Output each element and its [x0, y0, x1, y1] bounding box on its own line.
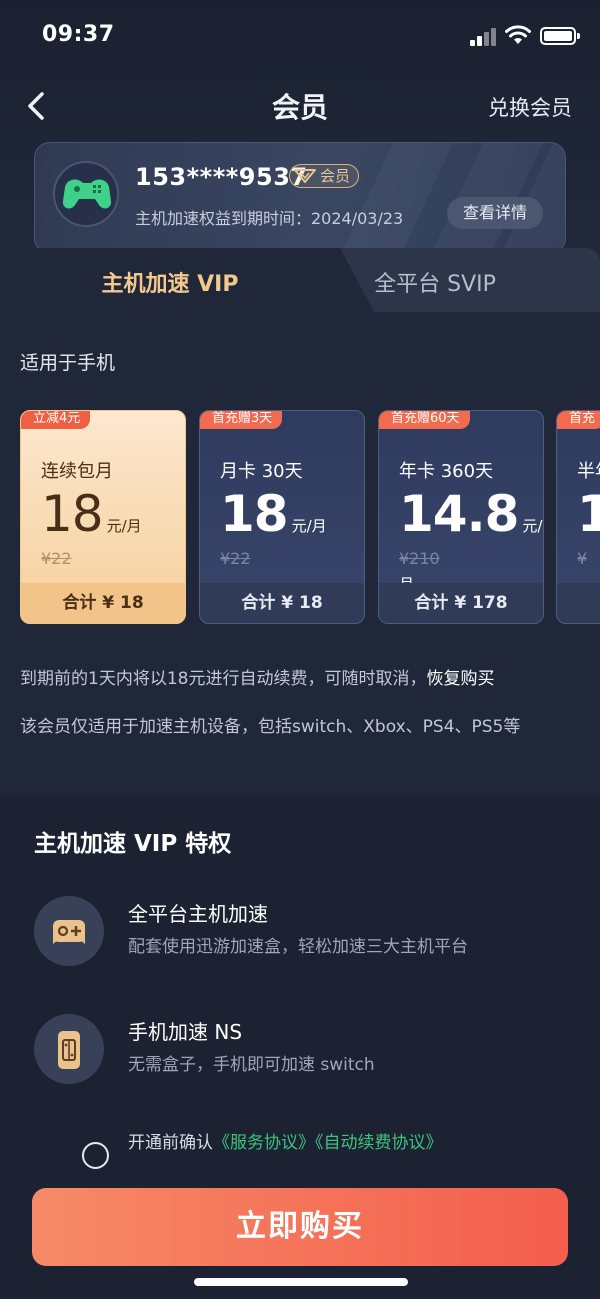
plan-original-price: ¥22 [41, 549, 72, 568]
tab-console-vip-label: 主机加速 VIP [101, 272, 239, 297]
plan-name: 半年 [577, 461, 600, 482]
membership-expiry: 主机加速权益到期时间：2024/03/23 [135, 209, 404, 228]
plan-tag: 首充赠60天 [379, 411, 470, 429]
service-agreement-link[interactable]: 《服务协议》 [213, 1133, 315, 1153]
plan-tabs: 主机加速 VIP 全平台 SVIP [0, 248, 600, 312]
member-card: 153****9537 会员 主机加速权益到期时间：2024/03/23 查看详… [34, 142, 566, 254]
privilege-name: 手机加速 NS [128, 1020, 243, 1044]
gamepad-icon [53, 920, 85, 944]
plan-tag: 立减4元 [21, 411, 91, 429]
scope-note: 该会员仅适用于加速主机设备，包括switch、Xbox、PS4、PS5等 [20, 717, 521, 737]
status-bar: 09:37 [0, 0, 600, 72]
privileges-title: 主机加速 VIP 特权 [34, 831, 232, 857]
phone-switch-icon [58, 1031, 80, 1069]
nav-bar: 会员 兑换会员 [0, 80, 600, 132]
avatar [53, 161, 119, 227]
plan-name: 月卡 30天 [220, 461, 303, 482]
plan-total: 合计 ¥ 18 [200, 583, 364, 623]
plan-price: 18 元/月 [220, 485, 327, 543]
buy-now-button[interactable]: 立即购买 [32, 1188, 568, 1266]
redeem-membership-link[interactable]: 兑换会员 [488, 92, 572, 122]
vip-diamond-icon [294, 169, 316, 183]
plan-original-price: ¥22 [220, 549, 251, 568]
privilege-item: 全平台主机加速 配套使用迅游加速盒，轻松加速三大主机平台 [34, 896, 574, 968]
plan-price: 1 [577, 485, 600, 543]
view-details-button[interactable]: 查看详情 [447, 197, 543, 229]
plan-card-monthly-auto[interactable]: 立减4元 连续包月 18 元/月 ¥22 合计 ¥ 18 [20, 410, 186, 624]
signal-icon [470, 28, 498, 46]
tab-svip-label: 全平台 SVIP [374, 272, 496, 297]
battery-icon [540, 27, 580, 45]
privilege-desc: 无需盒子，手机即可加速 switch [128, 1055, 375, 1075]
plan-original-price: ¥210 [399, 549, 440, 568]
plan-price: 18 元/月 [41, 485, 142, 543]
privilege-item: 手机加速 NS 无需盒子，手机即可加速 switch [34, 1014, 574, 1086]
vip-badge-label: 会员 [320, 167, 351, 185]
plan-card-monthly[interactable]: 首充赠3天 月卡 30天 18 元/月 ¥22 合计 ¥ 18 [199, 410, 365, 624]
plan-card-yearly[interactable]: 首充赠60天 年卡 360天 14.8元/月 ¥210 合计 ¥ 178 [378, 410, 544, 624]
gamepad-avatar-icon [62, 179, 112, 209]
plan-name: 连续包月 [41, 461, 113, 482]
home-indicator [194, 1278, 408, 1286]
section-hint: 适用于手机 [20, 352, 116, 374]
plan-card-halfyear[interactable]: 首充 半年 1 ¥ [556, 410, 600, 624]
agreement-text: 开通前确认《服务协议》《自动续费协议》 [128, 1133, 443, 1153]
member-phone: 153****9537 [135, 163, 308, 191]
vip-badge: 会员 [289, 164, 360, 188]
privilege-name: 全平台主机加速 [128, 902, 268, 926]
plan-total: 合计 ¥ 18 [21, 583, 185, 623]
plan-list: 立减4元 连续包月 18 元/月 ¥22 合计 ¥ 18 首充赠3天 月卡 30天… [0, 400, 600, 630]
wifi-icon [505, 25, 531, 44]
plan-tag: 首充 [557, 411, 600, 429]
auto-renew-note: 到期前的1天内将以18元进行自动续费，可随时取消，恢复购买 [20, 669, 495, 689]
auto-renew-agreement-link[interactable]: 《自动续费协议》 [315, 1133, 443, 1153]
plan-name: 年卡 360天 [399, 461, 494, 482]
privilege-desc: 配套使用迅游加速盒，轻松加速三大主机平台 [128, 937, 468, 957]
plan-total [557, 583, 600, 623]
plan-tag: 首充赠3天 [200, 411, 283, 429]
status-time: 09:37 [42, 22, 115, 47]
agreement-radio[interactable] [82, 1142, 109, 1169]
restore-purchase-link[interactable]: 恢复购买 [426, 669, 494, 689]
agreement-row: 开通前确认《服务协议》《自动续费协议》 [82, 1130, 502, 1182]
plan-total: 合计 ¥ 178 [379, 583, 543, 623]
plan-original-price: ¥ [577, 549, 588, 568]
